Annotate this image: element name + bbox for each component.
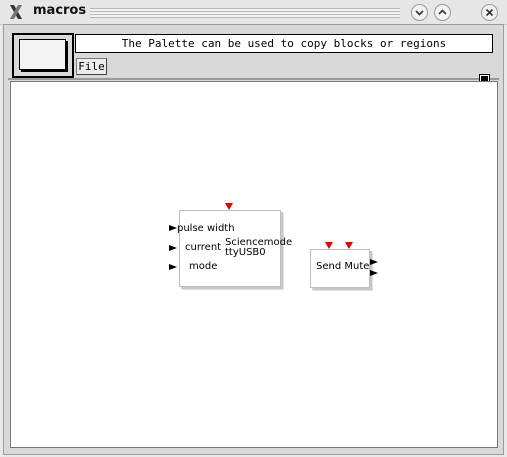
title-bar[interactable]: macros	[0, 0, 507, 25]
header-separator	[8, 78, 499, 80]
block-name-line-2: ttyUSB0	[225, 247, 266, 258]
input-label-mode: mode	[189, 261, 218, 272]
input-label-current: current	[185, 242, 222, 253]
palette-message: The Palette can be used to copy blocks o…	[75, 34, 493, 53]
event-input-port-send-mute-2[interactable]	[345, 242, 353, 249]
file-menu-button[interactable]: File	[76, 58, 107, 75]
x-app-icon	[8, 4, 24, 20]
event-input-port-send-mute-1[interactable]	[325, 242, 333, 249]
output-port-send-mute-1[interactable]	[370, 259, 378, 265]
maximize-icon	[438, 9, 447, 15]
palette-swatch-preview	[19, 39, 66, 70]
maximize-button[interactable]	[434, 4, 451, 21]
window-title: macros	[33, 3, 87, 18]
event-input-port-sciencemode[interactable]	[225, 203, 233, 210]
output-port-send-mute-2[interactable]	[370, 270, 378, 276]
send-mute-label: Send Mute	[316, 261, 370, 272]
close-icon	[485, 8, 494, 17]
minimize-icon	[415, 10, 424, 16]
sciencemode-block[interactable]: pulse width current mode Sciencemode tty…	[177, 210, 292, 287]
send-mute-block[interactable]: Send Mute	[310, 249, 370, 288]
palette-swatch[interactable]	[12, 33, 74, 78]
input-port-mode[interactable]	[169, 264, 177, 270]
input-label-pulse-width: pulse width	[177, 223, 235, 234]
close-button[interactable]	[481, 4, 498, 21]
minimize-button[interactable]	[411, 4, 428, 21]
input-port-current[interactable]	[169, 245, 177, 251]
title-bar-grip	[90, 8, 400, 18]
input-port-pulse-width[interactable]	[169, 225, 177, 231]
